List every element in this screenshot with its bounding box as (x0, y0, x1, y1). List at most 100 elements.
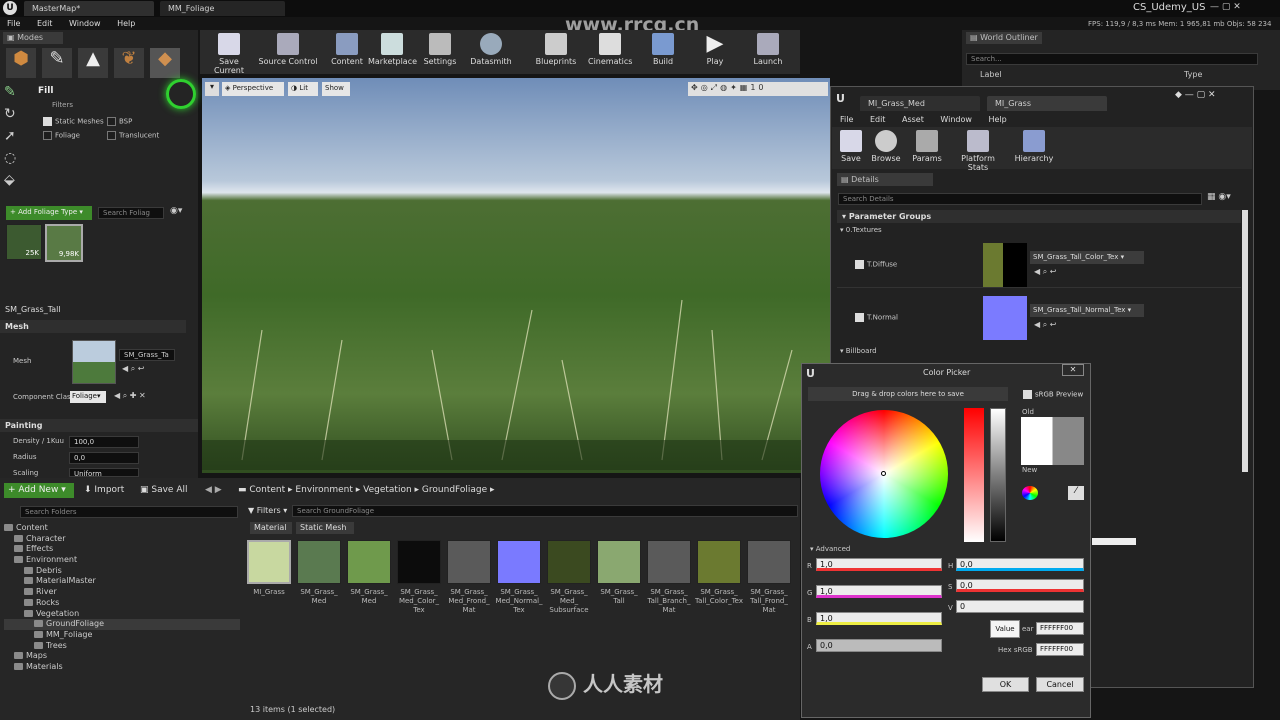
breadcrumb-groundfoliage[interactable]: GroundFoliage (422, 485, 487, 495)
platform-stats-button[interactable]: Platform Stats (950, 130, 1006, 172)
radius-input[interactable]: 0,0 (69, 452, 139, 464)
user-name[interactable]: CS_Udemy_US (1133, 2, 1205, 13)
material-save-button[interactable]: Save (838, 130, 864, 168)
menu-window[interactable]: Window (940, 115, 972, 124)
launch-button[interactable]: Launch (752, 33, 784, 71)
checkbox-icon[interactable] (107, 117, 116, 126)
component-actions[interactable]: ◀ ⌕ ✚ ✕ (114, 391, 146, 401)
tree-item[interactable]: Character (4, 534, 240, 545)
add-foliage-type-button[interactable]: + Add Foliage Type ▾ (6, 206, 92, 220)
tree-item[interactable]: MM_Foliage (4, 630, 240, 641)
landscape-mode-button[interactable]: ▲ (78, 48, 108, 78)
tab-mi-grass[interactable]: MI_Grass (987, 96, 1107, 111)
menu-edit[interactable]: Edit (37, 19, 53, 28)
color-themes-icon[interactable] (1022, 486, 1038, 500)
filter-chip-static-mesh[interactable]: Static Mesh (296, 522, 354, 534)
h-input[interactable]: 0,0 (956, 558, 1084, 571)
show-button[interactable]: Show (322, 82, 350, 96)
cinematics-button[interactable]: Cinematics (588, 33, 632, 71)
reapply-tool-icon[interactable]: ↻ (4, 106, 30, 128)
normal-actions[interactable]: ◀ ⌕ ↩ (1034, 320, 1056, 330)
saved-colors-dropzone[interactable]: Drag & drop colors here to save (808, 387, 1008, 401)
asset-thumbnail[interactable] (697, 540, 741, 584)
add-new-button[interactable]: + Add New ▾ (4, 483, 74, 498)
breadcrumb-environment[interactable]: Environment (295, 485, 352, 495)
datasmith-button[interactable]: Datasmith (470, 33, 512, 71)
mesh-value-field[interactable]: SM_Grass_Ta (119, 349, 175, 361)
details-view-options[interactable]: ▦ ◉▾ (1207, 192, 1231, 202)
foliage-thumb-1[interactable]: 25K (6, 224, 42, 260)
param-diffuse-label[interactable]: T.Diffuse (855, 260, 897, 269)
checkbox-icon[interactable] (1023, 390, 1032, 399)
paint-tool-icon[interactable]: ✎ (4, 84, 30, 106)
tree-item[interactable]: GroundFoliage (4, 619, 240, 630)
mesh-actions[interactable]: ◀ ⌕ ↩ (122, 364, 144, 374)
details-tab[interactable]: ▤ Details (837, 173, 933, 186)
asset-thumbnail[interactable] (247, 540, 291, 584)
tree-item[interactable]: Maps (4, 651, 240, 662)
tree-item[interactable]: Environment (4, 555, 240, 566)
checkbox-icon[interactable] (43, 117, 52, 126)
asset-thumbnail[interactable] (647, 540, 691, 584)
nav-arrows[interactable]: ◀ ▶ (205, 485, 222, 495)
asset-thumbnail[interactable] (747, 540, 791, 584)
checkbox-icon[interactable] (107, 131, 116, 140)
asset-thumbnail[interactable] (397, 540, 441, 584)
billboard-group[interactable]: ▾ Billboard (840, 347, 877, 355)
place-mode-button[interactable]: ⬢ (6, 48, 36, 78)
lasso-tool-icon[interactable]: ◌ (4, 150, 30, 172)
perspective-button[interactable]: ◈ Perspective (222, 82, 284, 96)
outliner-search[interactable]: Search... (966, 53, 1258, 65)
content-button[interactable]: Content (330, 33, 364, 71)
hex-linear-input[interactable]: FFFFFF00 (1036, 622, 1084, 635)
asset-thumbnail[interactable] (347, 540, 391, 584)
viewport-options-button[interactable]: ▾ (205, 82, 219, 96)
density-input[interactable]: 100,0 (69, 436, 139, 448)
geometry-mode-button[interactable]: ◆ (150, 48, 180, 78)
asset-thumbnail[interactable] (597, 540, 641, 584)
select-tool-icon[interactable]: ➚ (4, 128, 30, 150)
color-picker-close-button[interactable]: ✕ (1062, 364, 1084, 376)
filter-foliage[interactable]: Foliage (43, 131, 80, 140)
textures-group[interactable]: ▾ 0.Textures (840, 226, 882, 234)
source-control-button[interactable]: Source Control (258, 33, 318, 71)
eyedropper-icon[interactable]: ⁄ (1068, 486, 1084, 500)
asset-thumbnail[interactable] (297, 540, 341, 584)
material-params-button[interactable]: Params (910, 130, 944, 168)
save-current-button[interactable]: Save Current (204, 33, 254, 75)
param-normal-label[interactable]: T.Normal (855, 313, 898, 322)
save-all-button[interactable]: ▣ Save All (140, 485, 188, 495)
r-input[interactable]: 1,0 (816, 558, 942, 571)
tab-mastermap[interactable]: MasterMap* (24, 1, 154, 16)
details-scrollbar[interactable] (1242, 210, 1248, 472)
search-folders-input[interactable]: Search Folders (20, 506, 238, 518)
play-button[interactable]: ▶ Play (700, 33, 730, 71)
world-outliner-tab[interactable]: ▤ World Outliner (966, 32, 1042, 44)
filter-translucent[interactable]: Translucent (107, 131, 159, 140)
filter-bsp[interactable]: BSP (107, 117, 132, 126)
search-assets-input[interactable]: Search GroundFoliage (292, 505, 798, 517)
settings-button[interactable]: Settings (422, 33, 458, 71)
menu-edit[interactable]: Edit (870, 115, 886, 124)
ok-button[interactable]: OK (982, 677, 1029, 692)
menu-window[interactable]: Window (69, 19, 101, 28)
paint-mode-button[interactable]: ✎ (42, 48, 72, 78)
cancel-button[interactable]: Cancel (1036, 677, 1084, 692)
menu-file[interactable]: File (7, 19, 20, 28)
checkbox-icon[interactable] (855, 313, 864, 322)
search-foliage-input[interactable]: Search Foliag (98, 207, 164, 219)
scaling-select[interactable]: Uniform (69, 468, 139, 478)
tree-item[interactable]: River (4, 587, 240, 598)
view-options-icon[interactable]: ◉▾ (170, 206, 182, 216)
grid-size[interactable]: 10 (750, 83, 766, 92)
b-input[interactable]: 1,0 (816, 612, 942, 625)
tree-item[interactable]: Rocks (4, 598, 240, 609)
import-button[interactable]: ⬇ Import (84, 485, 124, 495)
hierarchy-button[interactable]: Hierarchy (1014, 130, 1054, 168)
menu-file[interactable]: File (840, 115, 853, 124)
normal-texture-select[interactable]: SM_Grass_Tall_Normal_Tex ▾ (1030, 304, 1144, 317)
foliage-mode-button[interactable]: ❦ (114, 48, 144, 78)
tree-item[interactable]: Trees (4, 641, 240, 652)
a-input[interactable]: 0,0 (816, 639, 942, 652)
transform-tools[interactable]: ✥◎⤢◍✦▦10 (688, 82, 828, 96)
